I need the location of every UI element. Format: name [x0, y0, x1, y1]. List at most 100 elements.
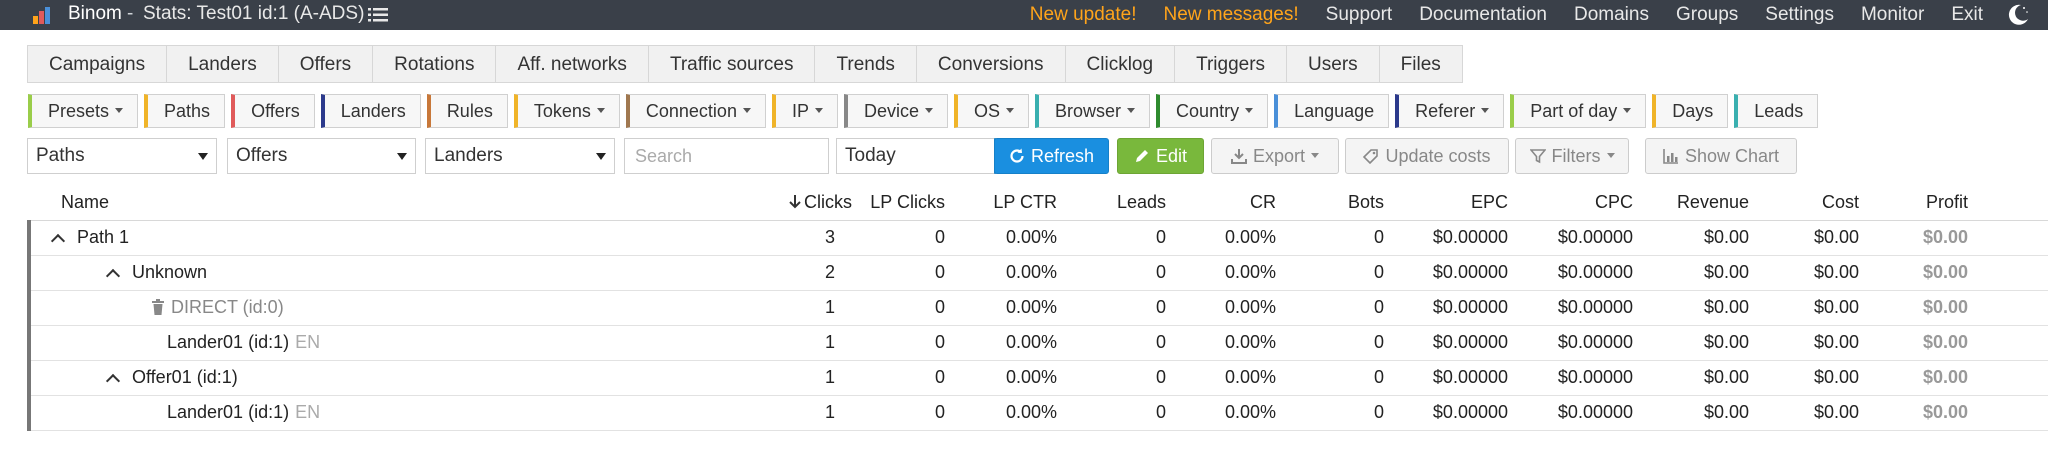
table-row[interactable]: Lander01 (id:1) EN 1 0 0.00% 0 0.00% 0 $0.00000 $…: [27, 395, 2048, 431]
tab-traffic-sources[interactable]: Traffic sources: [647, 45, 816, 83]
tab-conversions[interactable]: Conversions: [915, 45, 1066, 83]
tab-trends[interactable]: Trends: [814, 45, 917, 83]
column-header-name[interactable]: Name: [29, 186, 789, 221]
column-header-leads[interactable]: Leads: [1067, 186, 1176, 221]
tab-landers[interactable]: Landers: [166, 45, 279, 83]
refresh-button[interactable]: Refresh: [994, 138, 1109, 174]
group-chip-rules[interactable]: Rules: [426, 94, 508, 128]
column-header-cr[interactable]: CR: [1176, 186, 1286, 221]
new-messages-link[interactable]: New messages!: [1163, 4, 1298, 26]
cell-bots: 0: [1286, 395, 1394, 431]
group-chip-paths[interactable]: Paths: [144, 94, 226, 128]
documentation-link[interactable]: Documentation: [1419, 4, 1547, 26]
chip-label: Part of day: [1530, 101, 1618, 121]
column-header-lp-clicks[interactable]: LP Clicks: [845, 186, 955, 221]
group-by-2-select[interactable]: Offers: [227, 138, 416, 174]
collapse-chevron-icon[interactable]: [105, 268, 121, 284]
group-chip-device[interactable]: Device: [843, 94, 949, 128]
column-header-lp-ctr[interactable]: LP CTR: [955, 186, 1067, 221]
row-name[interactable]: DIRECT (id:0): [171, 297, 284, 317]
table-row[interactable]: Lander01 (id:1) EN 1 0 0.00% 0 0.00% 0 $0.00000 $…: [27, 325, 2048, 361]
group-by-1-select[interactable]: Paths: [27, 138, 217, 174]
tab-aff-networks[interactable]: Aff. networks: [495, 45, 649, 83]
group-chip-presets[interactable]: Presets: [28, 94, 139, 128]
group-chip-offers[interactable]: Offers: [231, 94, 315, 128]
row-name-cell[interactable]: Path 1: [27, 220, 789, 256]
row-name-cell[interactable]: Lander01 (id:1) EN: [27, 395, 789, 431]
group-chip-language[interactable]: Language: [1274, 94, 1390, 128]
cell-cr: 0.00%: [1176, 325, 1286, 361]
tab-rotations[interactable]: Rotations: [372, 45, 497, 83]
group-chip-os[interactable]: OS: [954, 94, 1030, 128]
monitor-link[interactable]: Monitor: [1861, 4, 1924, 26]
tab-clicklog[interactable]: Clicklog: [1064, 45, 1176, 83]
domains-link[interactable]: Domains: [1574, 4, 1649, 26]
edit-button[interactable]: Edit: [1117, 138, 1204, 174]
export-button[interactable]: Export: [1211, 138, 1339, 174]
exit-link[interactable]: Exit: [1951, 4, 1983, 26]
column-header-label: Clicks: [804, 192, 852, 213]
column-header-label: Profit: [1925, 192, 1968, 213]
cell-lp-clicks: 0: [845, 220, 955, 256]
tab-triggers[interactable]: Triggers: [1174, 45, 1288, 83]
top-nav: New update! New messages! Support Docume…: [1030, 0, 2048, 30]
tab-campaigns[interactable]: Campaigns: [27, 45, 168, 83]
date-range-select[interactable]: Today: [836, 138, 1014, 174]
table-row[interactable]: Path 1 3 0 0.00% 0 0.00% 0 $0.00000 $0.00000 $0.0…: [27, 220, 2048, 256]
cell-epc: $0.00000: [1394, 290, 1518, 326]
list-icon[interactable]: [368, 7, 388, 23]
search-input[interactable]: [624, 138, 829, 174]
group-chip-ip[interactable]: IP: [771, 94, 838, 128]
moon-icon[interactable]: [2006, 3, 2030, 27]
row-name-cell[interactable]: DIRECT (id:0): [27, 290, 789, 326]
row-name[interactable]: Lander01 (id:1): [167, 332, 289, 352]
group-chip-days[interactable]: Days: [1652, 94, 1729, 128]
group-chip-tokens[interactable]: Tokens: [513, 94, 620, 128]
cell-bots: 0: [1286, 290, 1394, 326]
row-name[interactable]: Lander01 (id:1): [167, 402, 289, 422]
group-chip-connection[interactable]: Connection: [625, 94, 766, 128]
filters-button[interactable]: Filters: [1515, 138, 1629, 174]
column-header-bots[interactable]: Bots: [1286, 186, 1394, 221]
row-name-cell[interactable]: Lander01 (id:1) EN: [27, 325, 789, 361]
trash-icon[interactable]: [151, 299, 165, 315]
caret-down-icon: [1606, 152, 1615, 158]
column-header-profit[interactable]: Profit: [1869, 186, 1978, 221]
column-header-cost[interactable]: Cost: [1759, 186, 1869, 221]
column-header-revenue[interactable]: Revenue: [1643, 186, 1759, 221]
brand-name[interactable]: Binom: [68, 3, 122, 25]
cell-cost: $0.00: [1759, 290, 1869, 326]
row-name[interactable]: Path 1: [77, 227, 129, 247]
group-chip-country[interactable]: Country: [1156, 94, 1269, 128]
table-row[interactable]: Unknown 2 0 0.00% 0 0.00% 0 $0.00000 $0.00000 $0.…: [27, 255, 2048, 291]
group-by-3-select[interactable]: Landers: [425, 138, 615, 174]
group-chip-leads[interactable]: Leads: [1734, 94, 1819, 128]
collapse-chevron-icon[interactable]: [105, 373, 121, 389]
groups-link[interactable]: Groups: [1676, 4, 1738, 26]
update-costs-button[interactable]: Update costs: [1345, 138, 1509, 174]
row-name-cell[interactable]: Offer01 (id:1): [27, 360, 789, 396]
column-header-epc[interactable]: EPC: [1394, 186, 1518, 221]
group-chip-landers[interactable]: Landers: [320, 94, 421, 128]
row-name[interactable]: Unknown: [132, 262, 207, 282]
tab-files[interactable]: Files: [1378, 45, 1463, 83]
collapse-chevron-icon[interactable]: [50, 233, 66, 249]
tab-users[interactable]: Users: [1286, 45, 1380, 83]
column-header-roi[interactable]: ROI: [1978, 186, 2048, 221]
cell-clicks: 1: [789, 395, 845, 431]
group-chip-browser[interactable]: Browser: [1035, 94, 1151, 128]
group-chip-referer[interactable]: Referer: [1395, 94, 1505, 128]
column-header-clicks[interactable]: Clicks: [789, 186, 852, 221]
table-row[interactable]: DIRECT (id:0) 1 0 0.00% 0 0.00% 0 $0.00000 $0.00…: [27, 290, 2048, 326]
show-chart-button[interactable]: Show Chart: [1645, 138, 1797, 174]
cell-epc: $0.00000: [1394, 220, 1518, 256]
new-update-link[interactable]: New update!: [1030, 4, 1137, 26]
column-header-cpc[interactable]: CPC: [1518, 186, 1643, 221]
row-name[interactable]: Offer01 (id:1): [132, 367, 238, 387]
tab-offers[interactable]: Offers: [277, 45, 374, 83]
group-chip-part-of-day[interactable]: Part of day: [1510, 94, 1647, 128]
settings-link[interactable]: Settings: [1765, 4, 1834, 26]
table-row[interactable]: Offer01 (id:1) 1 0 0.00% 0 0.00% 0 $0.00000 $0.0…: [27, 360, 2048, 396]
row-name-cell[interactable]: Unknown: [27, 255, 789, 291]
support-link[interactable]: Support: [1326, 4, 1393, 26]
